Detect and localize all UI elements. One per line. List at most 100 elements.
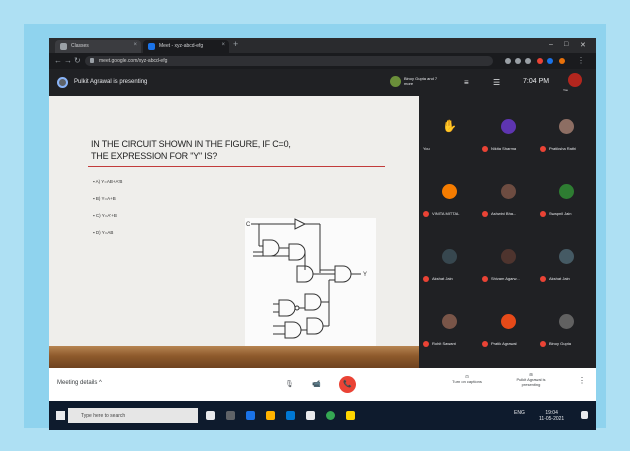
close-tab-icon[interactable]: ×	[133, 42, 137, 48]
meeting-details-button[interactable]: Meeting details ^	[57, 380, 102, 386]
answer-options: ▪ A) Y=AB+A'B ▪ B) Y=A+B ▪ C) Y=A'+B ▪ D…	[93, 179, 122, 247]
more-options-icon[interactable]: ⋮	[577, 377, 587, 385]
extension-icon[interactable]	[537, 58, 543, 64]
meet-favicon-icon	[148, 43, 155, 50]
captions-button[interactable]: ⊡ Turn on captions	[447, 374, 487, 384]
participant-name: VINITA MITTAL	[423, 211, 477, 217]
participant-name: Nikita Sharma	[482, 146, 536, 152]
title-underline	[88, 166, 385, 167]
mic-button[interactable]: 🎙	[281, 376, 298, 393]
presenting-status: Pulkit Agrawal is presenting	[74, 79, 148, 85]
search-placeholder: Type here to search	[81, 413, 126, 419]
participant-avatar	[501, 314, 516, 329]
taskbar-app-icon[interactable]	[226, 411, 235, 420]
logic-circuit-diagram: C Y	[245, 218, 376, 356]
participant-tile[interactable]: Akshat Jain	[538, 236, 595, 288]
extension-icon[interactable]	[547, 58, 553, 64]
address-bar-row: ← → ↻ meet.google.com/xyz-abcd-efg ⋮	[49, 53, 596, 69]
participant-avatar	[442, 314, 457, 329]
participant-tile[interactable]: Pratiksha Rathi	[538, 106, 595, 158]
notifications-icon[interactable]	[581, 411, 588, 419]
mic-off-icon	[482, 276, 488, 282]
mic-off-icon	[423, 276, 429, 282]
tray-clock[interactable]: 19:04 11-05-2021	[539, 410, 564, 422]
participant-avatar	[559, 314, 574, 329]
tab-favicon-icon	[60, 43, 67, 50]
pinned-avatar	[390, 76, 401, 87]
task-view-icon[interactable]	[206, 411, 215, 420]
participant-name: Binoy Gupta	[540, 341, 594, 347]
meeting-control-bar: Meeting details ^ 🎙 📹 📞 ⊡ Turn on caption…	[49, 368, 596, 401]
taskbar: Type here to search ENG 19:04 11-05-2021	[49, 401, 596, 430]
participant-name: Akshat Jain	[423, 276, 477, 282]
url-text: meet.google.com/xyz-abcd-efg	[99, 58, 168, 64]
participant-tile[interactable]: Ashwini Bha...	[480, 171, 537, 223]
new-tab-button[interactable]: +	[233, 39, 238, 49]
slide-title: IN THE CIRCUIT SHOWN IN THE FIGURE, IF C…	[91, 138, 381, 162]
close-tab-icon[interactable]: ×	[221, 42, 225, 48]
clock: 7:04 PM	[523, 78, 550, 85]
pinned-participant-name: Binoy Gupta and 7 more	[404, 76, 438, 86]
option-item: ▪ B) Y=A+B	[93, 196, 116, 201]
taskbar-app-icon[interactable]	[346, 411, 355, 420]
circuit-svg: C Y	[246, 218, 367, 339]
taskbar-search[interactable]: Type here to search	[68, 408, 198, 423]
participant-name: Swapnil Jain	[540, 211, 594, 217]
mic-off-icon	[540, 146, 546, 152]
mic-off-icon	[423, 341, 429, 347]
tab-label: Meet - xyz-abcd-efg	[159, 43, 204, 49]
bookmark-star-icon[interactable]	[525, 58, 531, 64]
tray-lang[interactable]: ENG	[514, 410, 525, 416]
windows-start-icon[interactable]	[56, 411, 65, 420]
end-call-button[interactable]: 📞	[339, 376, 356, 393]
participant-tile[interactable]: VINITA MITTAL	[421, 171, 478, 223]
people-icon[interactable]: ≡	[464, 78, 469, 87]
chrome-icon[interactable]	[326, 411, 335, 420]
participant-avatar	[501, 184, 516, 199]
self-label: You	[563, 88, 569, 92]
tab-label: Classes	[71, 43, 89, 49]
option-item: ▪ D) Y=AB	[93, 230, 114, 235]
reload-icon[interactable]: ↻	[74, 56, 81, 65]
browser-tab[interactable]: Classes ×	[55, 40, 141, 53]
camera-button[interactable]: 📹	[308, 376, 325, 393]
participant-tile[interactable]: Binoy Gupta	[538, 301, 595, 353]
participant-tile[interactable]: Pratik Agrawal	[480, 301, 537, 353]
self-avatar[interactable]	[568, 73, 582, 87]
chat-icon[interactable]: ☰	[493, 78, 500, 87]
browser-menu-icon[interactable]: ⋮	[577, 56, 585, 65]
close-window-button[interactable]: ✕	[580, 41, 586, 49]
extension-icon[interactable]	[505, 58, 511, 64]
participant-tile[interactable]: Swapnil Jain	[538, 171, 595, 223]
participant-avatar	[501, 249, 516, 264]
participant-avatar	[442, 184, 457, 199]
meet-header: Pulkit Agrawal is presenting Binoy Gupta…	[49, 69, 596, 96]
participant-grid: ✋ You Nikita Sharma Pratiksha Rathi VINI…	[419, 96, 596, 368]
slide-title-line: IN THE CIRCUIT SHOWN IN THE FIGURE, IF C…	[91, 139, 291, 149]
taskbar-app-icon[interactable]	[306, 411, 315, 420]
browser-tab-active[interactable]: Meet - xyz-abcd-efg ×	[143, 40, 229, 53]
participant-avatar	[559, 119, 574, 134]
profile-avatar-icon[interactable]	[559, 58, 565, 64]
participant-name: Shivam Agarw...	[482, 276, 536, 282]
extension-icon[interactable]	[515, 58, 521, 64]
present-now-button[interactable]: ⊞ Pulkit Agrawal is presenting	[511, 372, 551, 387]
screen: Classes × Meet - xyz-abcd-efg × + – □ ✕ …	[49, 38, 596, 430]
participant-name: You	[423, 146, 430, 151]
participant-tile[interactable]: ✋ You	[421, 106, 478, 158]
participant-tile[interactable]: Nikita Sharma	[480, 106, 537, 158]
option-item: ▪ A) Y=AB+A'B	[93, 179, 123, 184]
edge-icon[interactable]	[246, 411, 255, 420]
participant-tile[interactable]: Rohit Sawant	[421, 301, 478, 353]
store-icon[interactable]	[286, 411, 295, 420]
minimize-button[interactable]: –	[549, 41, 553, 48]
mic-off-icon	[482, 146, 488, 152]
back-icon[interactable]: ←	[54, 56, 62, 65]
mic-off-icon	[482, 341, 488, 347]
participant-tile[interactable]: Akshat Jain	[421, 236, 478, 288]
file-explorer-icon[interactable]	[266, 411, 275, 420]
maximize-button[interactable]: □	[564, 41, 568, 48]
participant-tile[interactable]: Shivam Agarw...	[480, 236, 537, 288]
url-bar[interactable]: meet.google.com/xyz-abcd-efg	[85, 56, 493, 66]
forward-icon[interactable]: →	[64, 56, 72, 65]
